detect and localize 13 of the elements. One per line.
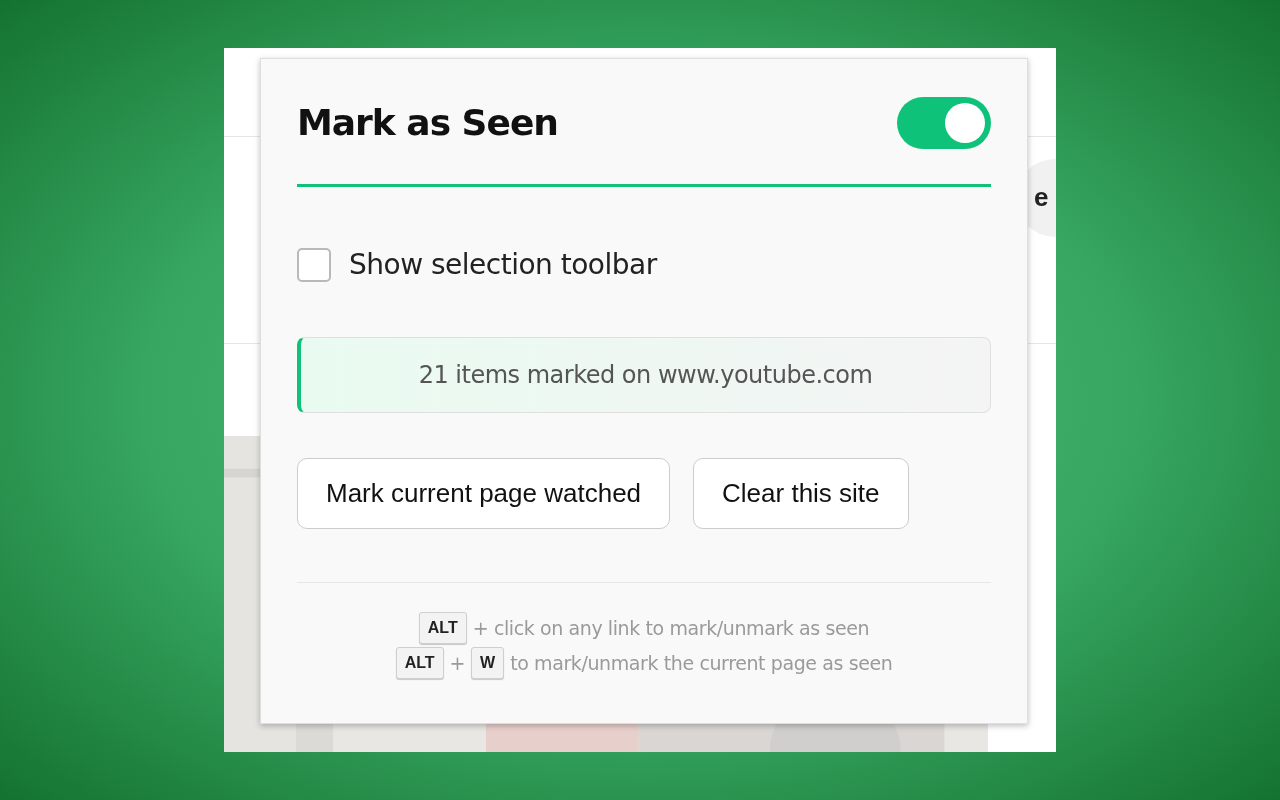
hint-text: + click on any link to mark/unmark as seen	[472, 615, 870, 641]
enable-toggle[interactable]	[897, 97, 991, 149]
hint-text: +	[449, 650, 466, 676]
key-cap: W	[471, 647, 505, 679]
action-button[interactable]: Mark current page watched	[297, 458, 671, 529]
checkbox[interactable]	[297, 248, 331, 282]
popup-title: Mark as Seen	[297, 101, 558, 145]
hint-text: to mark/unmark the current page as seen	[510, 650, 893, 676]
action-button[interactable]: Clear this site	[693, 458, 909, 529]
checkbox-label: Show selection toolbar	[349, 247, 657, 283]
status-banner: 21 items marked on www.youtube.com	[297, 337, 991, 413]
key-cap: ALT	[395, 647, 444, 679]
key-cap: ALT	[418, 612, 467, 644]
